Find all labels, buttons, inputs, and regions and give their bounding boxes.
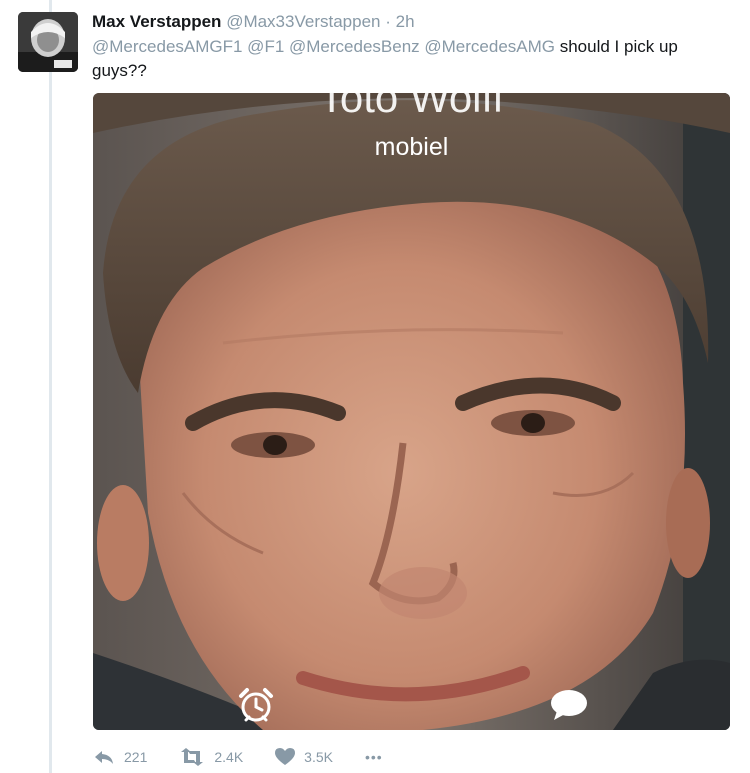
- heart-icon: [275, 748, 296, 765]
- like-count: 3.5K: [304, 749, 333, 765]
- mention-links[interactable]: @MercedesAMGF1 @F1 @MercedesBenz @Merced…: [92, 37, 555, 56]
- tweet-actions: 221 2.4K 3.5K •••: [93, 744, 415, 770]
- more-icon: •••: [364, 749, 383, 765]
- separator-dot: ·: [385, 12, 391, 31]
- tweet-text: @MercedesAMGF1 @F1 @MercedesBenz @Merced…: [92, 35, 732, 83]
- reply-icon: [95, 751, 113, 764]
- display-name[interactable]: Max Verstappen: [92, 12, 221, 31]
- tweet-media[interactable]: Toto Wolff mobiel: [93, 93, 730, 730]
- more-action[interactable]: •••: [365, 749, 383, 765]
- retweet-action[interactable]: 2.4K: [179, 748, 243, 766]
- avatar[interactable]: [18, 12, 78, 72]
- photo-face: [93, 93, 730, 730]
- tweet-header: Max Verstappen @Max33Verstappen · 2h: [92, 11, 415, 33]
- like-action[interactable]: 3.5K: [275, 748, 333, 766]
- reply-action[interactable]: 221: [93, 749, 147, 765]
- caller-label: mobiel: [374, 133, 449, 161]
- username-handle[interactable]: @Max33Verstappen: [226, 12, 380, 31]
- retweet-icon: [181, 748, 204, 766]
- timestamp[interactable]: 2h: [396, 12, 415, 31]
- message-bubble-icon[interactable]: [549, 687, 589, 727]
- caller-name: Toto Wolff: [318, 93, 505, 121]
- alarm-clock-icon[interactable]: [236, 685, 276, 725]
- retweet-count: 2.4K: [214, 749, 244, 765]
- reply-count: 221: [124, 749, 148, 765]
- tweet[interactable]: Max Verstappen @Max33Verstappen · 2h @Me…: [0, 0, 750, 773]
